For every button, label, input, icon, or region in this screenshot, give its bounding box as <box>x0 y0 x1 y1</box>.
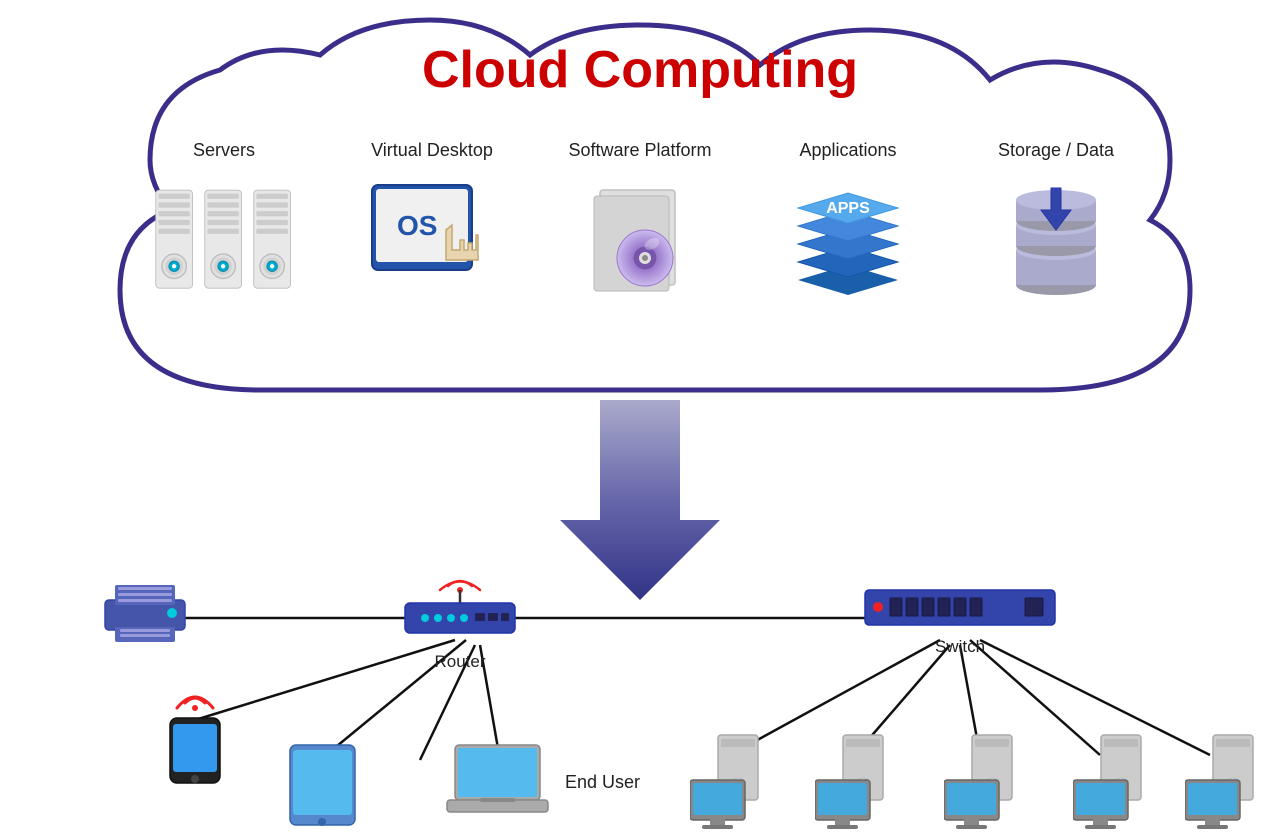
software-platform-icon <box>570 175 710 305</box>
desktop-3 <box>944 730 1019 835</box>
printer-device <box>100 565 190 655</box>
cloud-title: Cloud Computing <box>422 40 858 100</box>
desktop-5 <box>1185 730 1260 835</box>
switch-device: Switch <box>860 580 1060 657</box>
svg-text:APPS: APPS <box>826 200 870 217</box>
desktop-4 <box>1073 730 1148 835</box>
switch-label: Switch <box>935 637 985 657</box>
router-device: Router <box>400 568 520 672</box>
storage-data-label: Storage / Data <box>998 140 1114 161</box>
end-user-label: End User <box>565 772 640 793</box>
storage-data-item: Storage / Data <box>966 140 1146 305</box>
svg-text:OS: OS <box>397 210 437 241</box>
tablet-left-device <box>285 740 360 830</box>
router-label: Router <box>434 652 485 672</box>
phone-device <box>155 688 235 788</box>
virtual-desktop-label: Virtual Desktop <box>371 140 493 161</box>
desktop-1 <box>690 730 765 835</box>
applications-label: Applications <box>799 140 896 161</box>
applications-item: Applications APPS <box>758 140 938 305</box>
virtual-desktop-icon: OS <box>362 175 502 305</box>
laptop-device <box>445 740 550 820</box>
software-platform-item: Software Platform <box>550 140 730 305</box>
servers-icon <box>154 175 294 305</box>
software-platform-label: Software Platform <box>568 140 711 161</box>
main-arrow <box>530 400 750 600</box>
virtual-desktop-item: Virtual Desktop OS <box>342 140 522 305</box>
storage-data-icon <box>986 175 1126 305</box>
servers-label: Servers <box>193 140 255 161</box>
servers-item: Servers <box>134 140 314 305</box>
cloud-items-row: Servers <box>60 140 1220 305</box>
applications-icon: APPS <box>778 175 918 305</box>
desktop-2 <box>815 730 890 835</box>
